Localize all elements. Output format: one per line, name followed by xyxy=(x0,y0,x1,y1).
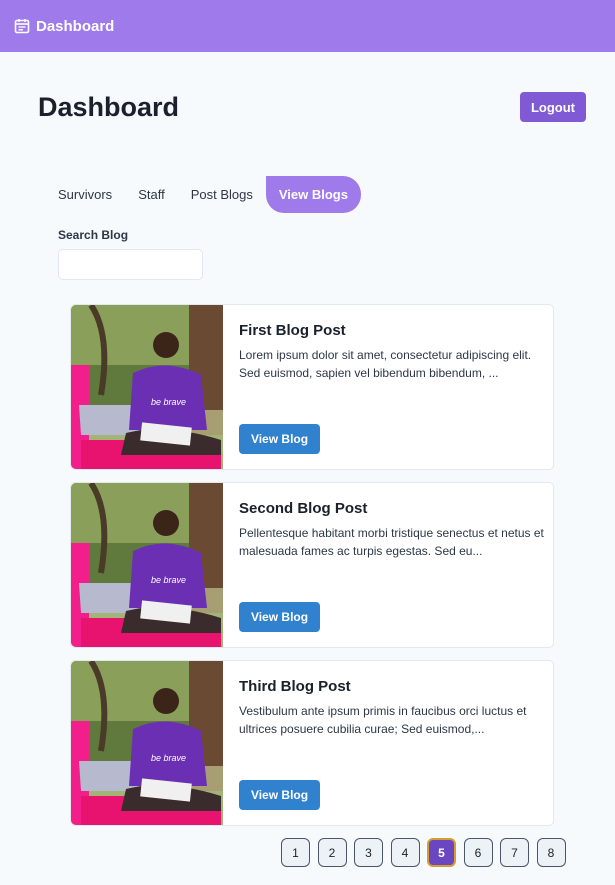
shirt-text: be brave xyxy=(151,575,186,585)
search-input[interactable] xyxy=(58,249,203,280)
blog-title: Third Blog Post xyxy=(239,678,351,695)
page-button-8[interactable]: 8 xyxy=(536,838,566,867)
blog-image: be brave xyxy=(71,661,223,825)
blog-image: be brave xyxy=(71,483,223,647)
page-button-3[interactable]: 3 xyxy=(354,838,383,867)
pagination: 1 2 3 4 5 6 7 8 xyxy=(281,838,573,867)
top-navbar: Dashboard xyxy=(0,0,615,52)
tab-post-blogs[interactable]: Post Blogs xyxy=(178,176,266,213)
logout-button[interactable]: Logout xyxy=(520,92,586,122)
page-button-2[interactable]: 2 xyxy=(317,838,347,867)
calendar-icon xyxy=(14,18,30,34)
blog-image: be brave xyxy=(71,305,223,469)
blog-title: Second Blog Post xyxy=(239,500,368,517)
blog-excerpt: Pellentesque habitant morbi tristique se… xyxy=(239,526,544,558)
page-button-1[interactable]: 1 xyxy=(281,838,310,867)
blog-excerpt: Lorem ipsum dolor sit amet, consectetur … xyxy=(239,348,532,380)
view-blog-button[interactable]: View Blog xyxy=(239,602,320,632)
tab-survivors[interactable]: Survivors xyxy=(45,176,125,213)
page-button-4[interactable]: 4 xyxy=(390,838,420,867)
tab-view-blogs[interactable]: View Blogs xyxy=(265,176,361,213)
blog-card: be brave Third Blog Post Vestibulum ante… xyxy=(70,660,554,826)
tab-bar: Survivors Staff Post Blogs View Blogs xyxy=(45,176,361,213)
shirt-text: be brave xyxy=(151,753,186,763)
navbar-brand[interactable]: Dashboard xyxy=(36,18,114,35)
blog-excerpt: Vestibulum ante ipsum primis in faucibus… xyxy=(239,704,527,736)
view-blog-button[interactable]: View Blog xyxy=(239,780,320,810)
blog-card: be brave Second Blog Post Pellentesque h… xyxy=(70,482,554,648)
tab-staff[interactable]: Staff xyxy=(125,176,178,213)
blog-title: First Blog Post xyxy=(239,322,346,339)
view-blog-button[interactable]: View Blog xyxy=(239,424,320,454)
search-label: Search Blog xyxy=(58,228,129,242)
shirt-text: be brave xyxy=(151,397,186,407)
page-button-7[interactable]: 7 xyxy=(500,838,529,867)
page-button-6[interactable]: 6 xyxy=(463,838,493,867)
page-title: Dashboard xyxy=(38,92,180,122)
blog-card: be brave First Blog Post Lorem ipsum dol… xyxy=(70,304,554,470)
page-button-5-current[interactable]: 5 xyxy=(427,838,456,867)
